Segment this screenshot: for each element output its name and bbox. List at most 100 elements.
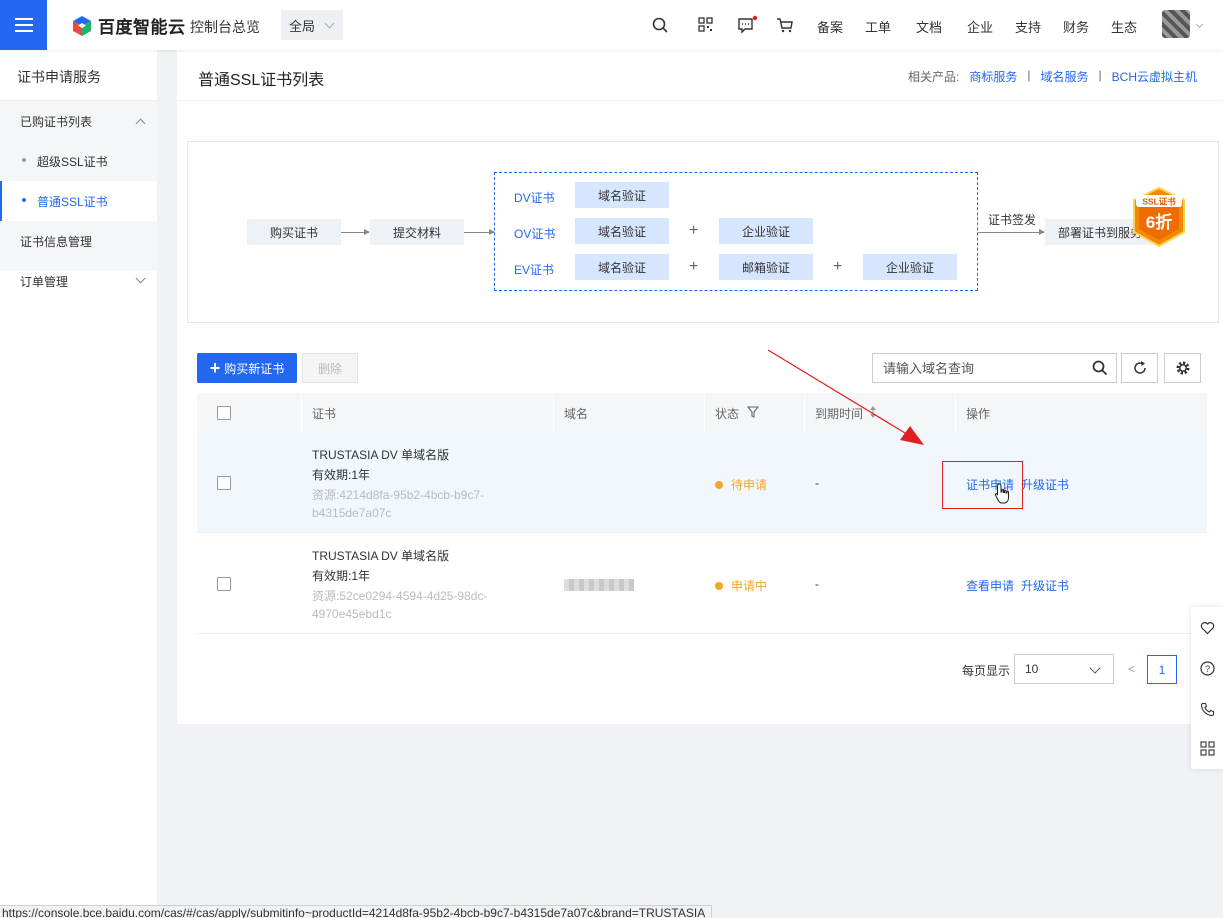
settings-button[interactable] xyxy=(1164,353,1201,383)
link-trademark[interactable]: 商标服务 xyxy=(969,68,1017,85)
ev-enterprise-verify: 企业验证 xyxy=(863,254,957,280)
ov-domain-verify: 域名验证 xyxy=(575,218,669,244)
cert-name: TRUSTASIA DV 单域名版 xyxy=(312,549,450,563)
status-text: 待申请 xyxy=(731,478,768,492)
table-row: TRUSTASIA DV 单域名版 有效期:1年 资源:52ce0294-459… xyxy=(197,534,1207,634)
divider xyxy=(955,393,956,433)
col-cert: 证书 xyxy=(312,407,337,421)
page-size-select[interactable]: 10 xyxy=(1014,654,1114,684)
sort-icon[interactable] xyxy=(868,405,878,419)
sidebar-title: 证书申请服务 xyxy=(17,69,101,85)
domain-search-box[interactable] xyxy=(872,353,1117,383)
promo-label: SSL证书 xyxy=(1142,197,1176,207)
cert-validity: 有效期:1年 xyxy=(312,468,371,482)
table-row: TRUSTASIA DV 单域名版 有效期:1年 资源:4214d8fa-95b… xyxy=(197,433,1207,533)
plus-icon: + xyxy=(689,258,699,275)
status-dot-icon xyxy=(715,480,723,489)
sidebar-active-indicator xyxy=(0,181,2,221)
cert-type-ev: EV证书 xyxy=(514,263,555,277)
col-expiry: 到期时间 xyxy=(815,407,864,421)
region-value: 全局 xyxy=(289,18,316,34)
row-checkbox[interactable] xyxy=(217,577,231,591)
domain-search-input[interactable] xyxy=(873,354,1073,382)
page-size-label: 每页显示 xyxy=(962,664,1011,678)
nav-ticket[interactable]: 工单 xyxy=(865,17,891,36)
chevron-down-icon xyxy=(324,18,335,29)
cert-validity: 有效期:1年 xyxy=(312,569,371,583)
arrow-icon xyxy=(464,229,495,235)
nav-finance[interactable]: 财务 xyxy=(1063,17,1089,36)
sidebar-item-cert-info[interactable]: 证书信息管理 xyxy=(20,233,92,250)
nav-beian[interactable]: 备案 xyxy=(817,17,843,36)
link-bch-host[interactable]: BCH云虚拟主机 xyxy=(1112,68,1197,85)
link-domain[interactable]: 域名服务 xyxy=(1041,68,1089,85)
ssl-discount-badge[interactable]: SSL证书 6折 xyxy=(1128,186,1190,248)
logo-text: 百度智能云 xyxy=(98,18,186,37)
sidebar-item-standard-ssl[interactable]: 普通SSL证书 xyxy=(37,193,108,210)
shopping-cart-icon[interactable] xyxy=(776,15,794,35)
nav-support[interactable]: 支持 xyxy=(1015,17,1041,36)
chevron-down-icon[interactable] xyxy=(135,273,146,284)
gear-icon xyxy=(1176,361,1189,375)
step-issue-label: 证书签发 xyxy=(988,213,1037,227)
annotation-highlight-box xyxy=(942,461,1023,509)
search-icon[interactable] xyxy=(651,15,669,35)
phone-icon[interactable] xyxy=(1200,702,1215,717)
page-title: 普通SSL证书列表 xyxy=(198,72,325,89)
nav-enterprise[interactable]: 企业 xyxy=(967,17,993,36)
table-header: 证书 域名 状态 到期时间 操作 xyxy=(197,393,1207,433)
heart-icon[interactable] xyxy=(1200,621,1215,635)
nav-ecosystem[interactable]: 生态 xyxy=(1111,17,1137,36)
divider xyxy=(704,393,705,433)
cert-resource: 资源:52ce0294-4594-4d25-98dc- xyxy=(312,589,488,603)
cert-type-ov: OV证书 xyxy=(514,227,556,241)
status-text: 申请中 xyxy=(731,579,768,593)
divider xyxy=(804,393,805,433)
related-label: 相关产品: xyxy=(908,70,960,84)
refresh-button[interactable] xyxy=(1121,353,1158,383)
top-bar: 百度智能云 控制台总览 全局 备案 工单 文档 企业 支持 财务 生态 xyxy=(0,0,1223,50)
nav-docs[interactable]: 文档 xyxy=(916,17,942,36)
qr-code-icon[interactable] xyxy=(697,15,715,35)
status-dot-icon xyxy=(715,581,723,590)
floating-tools: ? xyxy=(1191,607,1223,769)
hamburger-menu-icon[interactable] xyxy=(0,0,47,50)
cert-resource: 资源:4214d8fa-95b2-4bcb-b9c7- xyxy=(312,488,485,502)
buy-new-cert-button[interactable]: + 购买新证书 xyxy=(197,353,297,383)
search-icon[interactable] xyxy=(1092,360,1108,376)
message-icon[interactable] xyxy=(737,15,759,35)
expiry: - xyxy=(815,476,819,490)
filter-icon[interactable] xyxy=(747,406,759,418)
expiry: - xyxy=(815,577,819,591)
page-size-value: 10 xyxy=(1025,662,1039,676)
help-icon[interactable]: ? xyxy=(1200,661,1215,676)
select-all-checkbox[interactable] xyxy=(217,406,231,420)
upgrade-cert-link[interactable]: 升级证书 xyxy=(1021,577,1069,594)
user-avatar[interactable] xyxy=(1162,10,1190,38)
ov-enterprise-verify: 企业验证 xyxy=(719,218,813,244)
baidu-ai-cloud-logo[interactable]: 百度智能云 xyxy=(72,13,186,38)
step-submit-materials: 提交材料 xyxy=(370,219,464,245)
view-application-link[interactable]: 查看申请 xyxy=(966,577,1014,594)
promo-discount: 6折 xyxy=(1146,212,1172,232)
browser-status-url: https://console.bce.baidu.com/cas/#/cas/… xyxy=(0,905,713,918)
page-1-button[interactable]: 1 xyxy=(1147,655,1177,684)
region-select[interactable]: 全局 xyxy=(281,10,343,40)
delete-button[interactable]: 删除 xyxy=(302,353,358,383)
upgrade-cert-link[interactable]: 升级证书 xyxy=(1021,476,1069,493)
bullet-icon xyxy=(22,198,26,202)
apps-grid-icon[interactable] xyxy=(1200,741,1215,756)
prev-page-button[interactable]: < xyxy=(1128,662,1135,676)
sidebar: 证书申请服务 已购证书列表 超级SSL证书 普通SSL证书 证书信息管理 订单管… xyxy=(0,50,157,918)
status-badge: 待申请 xyxy=(715,476,767,493)
sidebar-item-orders[interactable]: 订单管理 xyxy=(20,273,68,290)
sidebar-item-super-ssl[interactable]: 超级SSL证书 xyxy=(37,153,108,170)
dv-domain-verify: 域名验证 xyxy=(575,182,669,208)
sidebar-group-purchased-certs[interactable]: 已购证书列表 xyxy=(20,113,92,130)
divider xyxy=(301,393,302,433)
blurred-domain xyxy=(564,579,634,591)
arrow-icon xyxy=(341,229,370,235)
chevron-down-icon[interactable] xyxy=(1195,20,1204,29)
row-checkbox[interactable] xyxy=(217,476,231,490)
console-overview-link[interactable]: 控制台总览 xyxy=(190,17,260,37)
